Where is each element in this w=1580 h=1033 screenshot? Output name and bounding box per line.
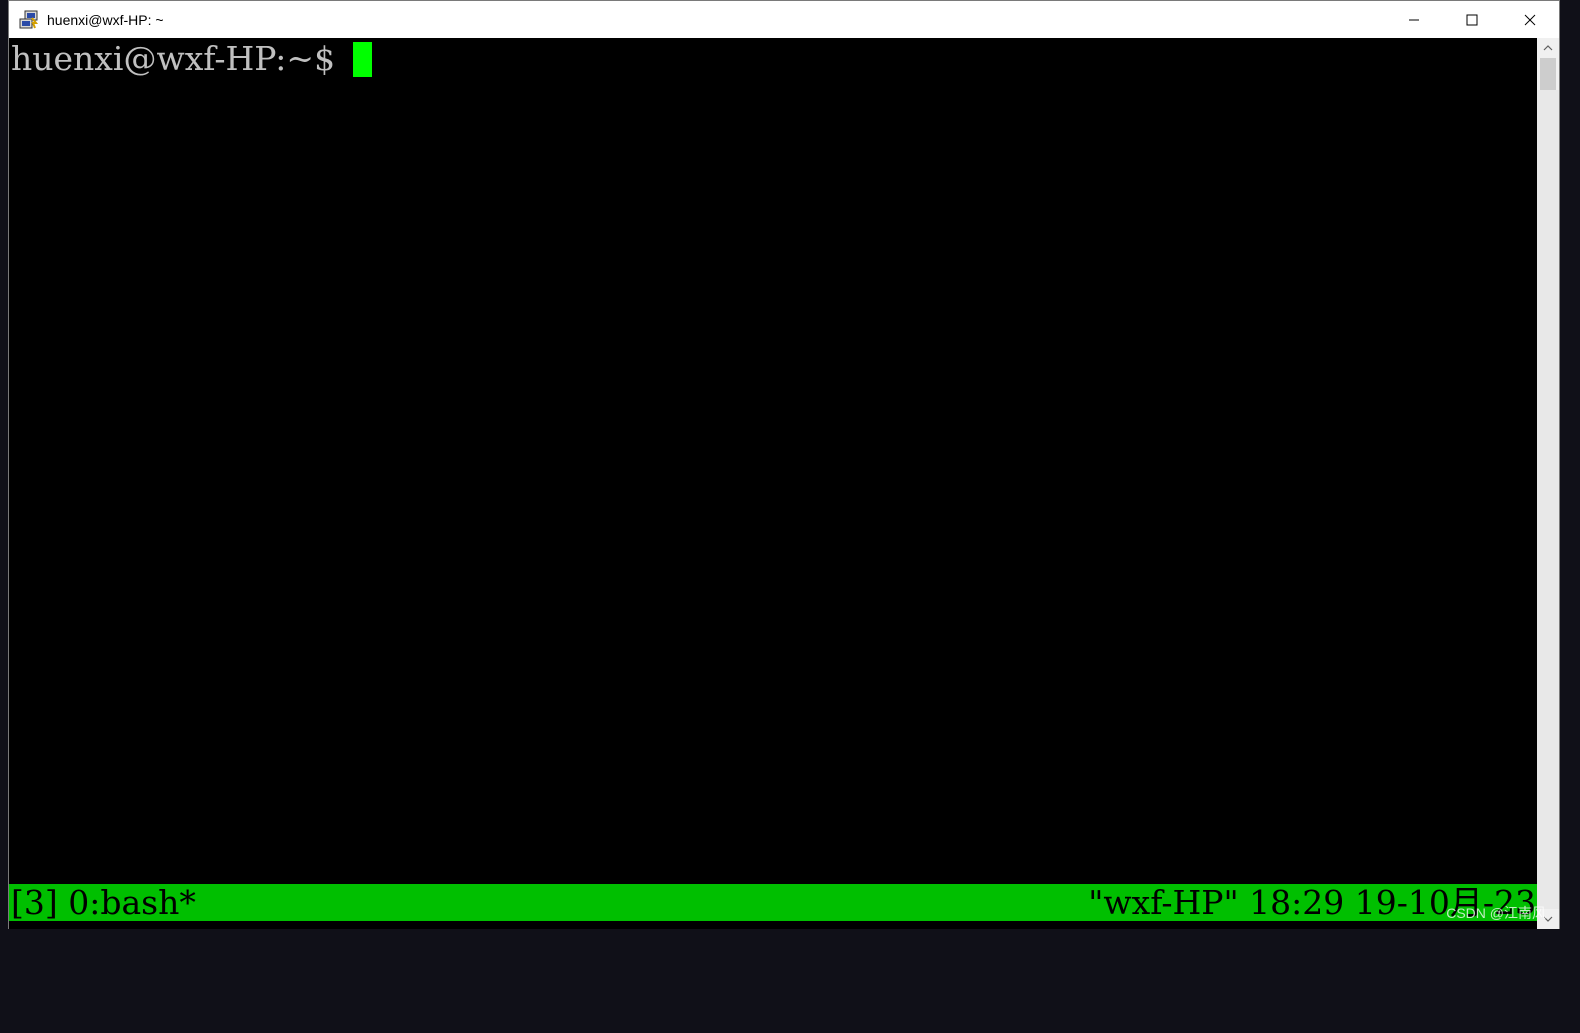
window-title: huenxi@wxf-HP: ~ bbox=[47, 11, 164, 28]
title-bar[interactable]: huenxi@wxf-HP: ~ bbox=[9, 1, 1559, 38]
text-cursor bbox=[353, 41, 373, 77]
minimize-button[interactable] bbox=[1385, 1, 1443, 38]
minimize-icon bbox=[1409, 19, 1419, 20]
vertical-scrollbar[interactable] bbox=[1537, 38, 1559, 929]
terminal-area[interactable]: huenxi@wxf-HP:~$ [3] 0:bash* "wxf-HP" 18… bbox=[9, 38, 1538, 929]
maximize-button[interactable] bbox=[1443, 1, 1501, 38]
putty-icon bbox=[19, 10, 39, 28]
status-window-list: [3] 0:bash* bbox=[11, 883, 196, 922]
maximize-icon bbox=[1466, 14, 1478, 25]
scroll-up-button[interactable] bbox=[1537, 38, 1559, 58]
scroll-up-arrow-icon bbox=[1543, 45, 1553, 51]
scroll-thumb[interactable] bbox=[1540, 58, 1556, 90]
shell-prompt: huenxi@wxf-HP:~$ bbox=[11, 39, 336, 78]
prompt-line: huenxi@wxf-HP:~$ bbox=[11, 39, 373, 78]
tmux-status-bar: [3] 0:bash* "wxf-HP" 18:29 19-10月-23 bbox=[9, 884, 1538, 921]
close-button[interactable] bbox=[1501, 1, 1559, 38]
close-icon bbox=[1524, 14, 1536, 25]
scroll-track[interactable] bbox=[1537, 90, 1559, 909]
terminal-window: huenxi@wxf-HP: ~ huenxi@wxf-HP:~$ [3] 0:… bbox=[8, 0, 1560, 929]
watermark-text: CSDN @江南风 bbox=[1446, 905, 1546, 921]
